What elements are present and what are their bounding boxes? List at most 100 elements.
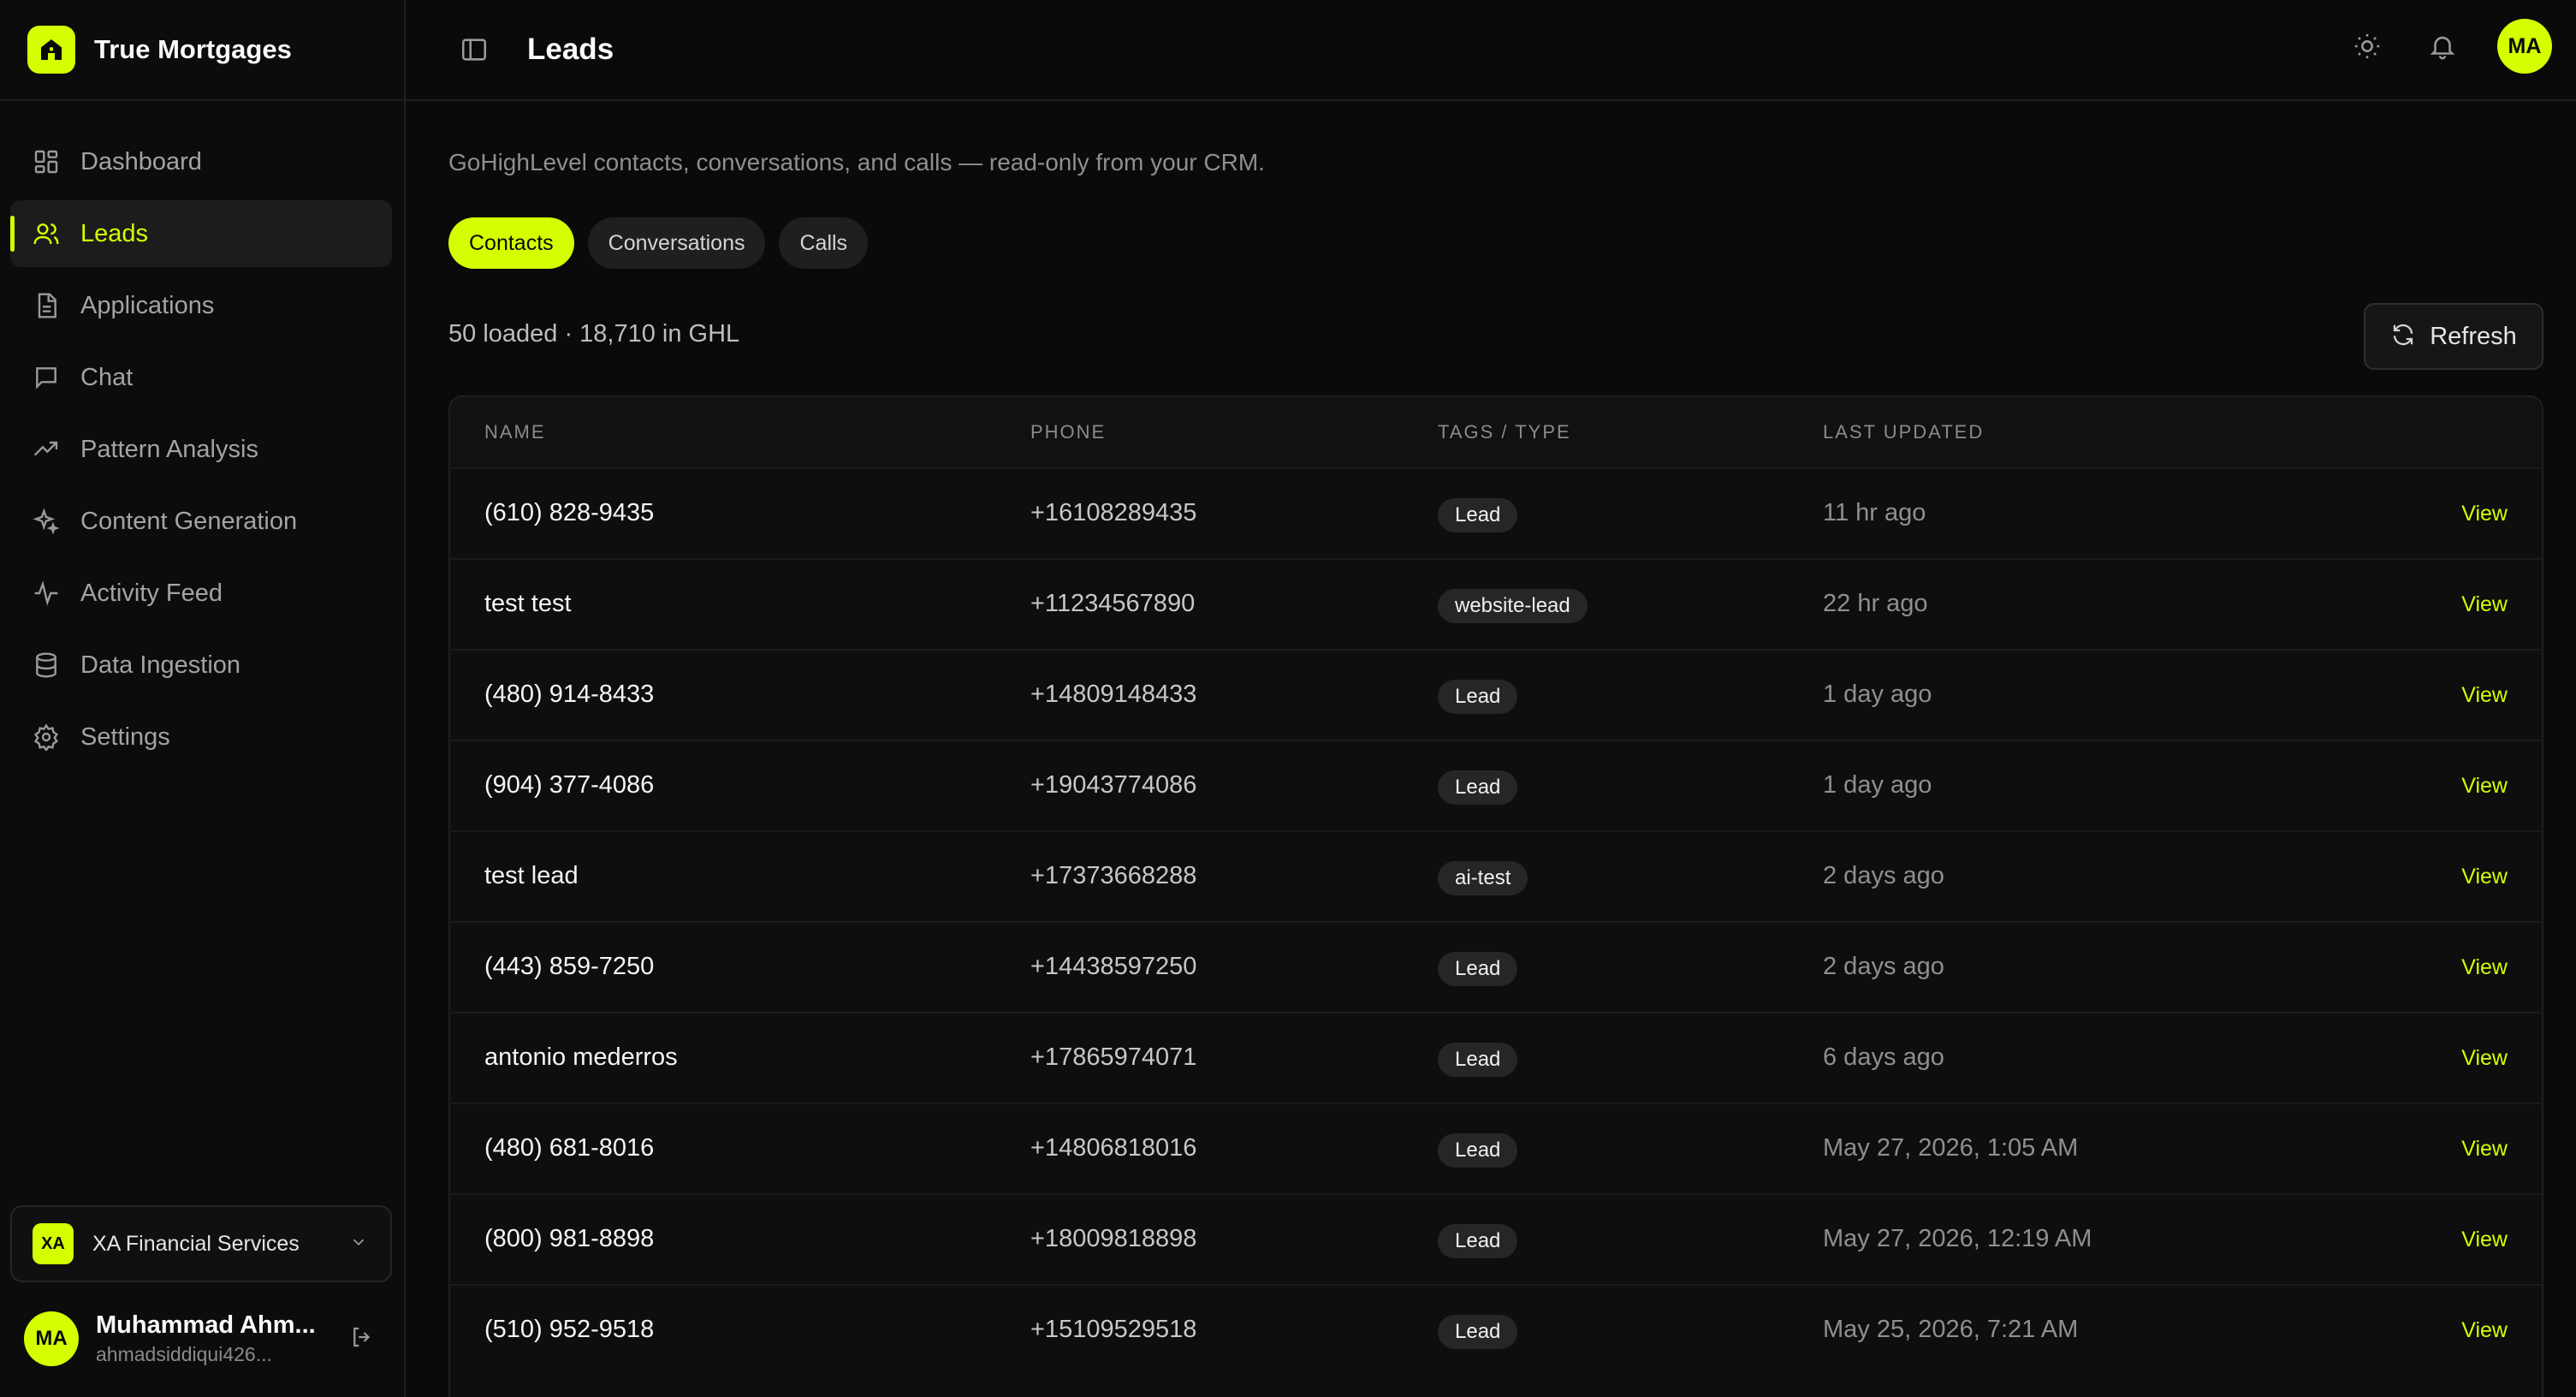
- tag-badge: ai-test: [1438, 861, 1528, 895]
- table-row[interactable]: (510) 952-9518 +15109529518 Lead May 25,…: [450, 1284, 2542, 1375]
- contact-phone: +16108289435: [1030, 499, 1197, 526]
- column-header-tags[interactable]: TAGS / TYPE: [1438, 421, 1571, 443]
- contact-phone: +17373668288: [1030, 862, 1197, 889]
- bell-icon[interactable]: [2422, 26, 2463, 67]
- last-updated: May 25, 2026, 7:21 AM: [1823, 1316, 2079, 1343]
- logout-icon[interactable]: [349, 1324, 375, 1354]
- last-updated: 22 hr ago: [1823, 590, 1928, 617]
- contact-phone: +18009818898: [1030, 1225, 1197, 1252]
- view-link[interactable]: View: [2461, 1228, 2508, 1252]
- org-switcher[interactable]: XA XA Financial Services: [10, 1205, 392, 1282]
- sidebar: True Mortgages Dashboard Leads Applicati…: [0, 0, 406, 1397]
- trending-up-icon: [31, 434, 62, 465]
- tag-badge: Lead: [1438, 1043, 1518, 1077]
- database-icon: [31, 650, 62, 681]
- table-row[interactable]: (904) 377-4086 +19043774086 Lead 1 day a…: [450, 740, 2542, 830]
- user-profile: MA Muhammad Ahm... ahmadsiddiqui426...: [24, 1310, 383, 1368]
- contact-name: test lead: [484, 862, 579, 889]
- tab-calls[interactable]: Calls: [779, 217, 869, 269]
- sidebar-nav: Dashboard Leads Applications Chat Patter…: [10, 128, 392, 776]
- contact-name: (480) 914-8433: [484, 681, 655, 708]
- table-row[interactable]: antonio mederros +17865974071 Lead 6 day…: [450, 1012, 2542, 1103]
- table-row[interactable]: (610) 828-9435 +16108289435 Lead 11 hr a…: [450, 467, 2542, 558]
- tag-badge: website-lead: [1438, 589, 1588, 623]
- sidebar-toggle-icon[interactable]: [457, 33, 491, 67]
- house-icon: [27, 26, 75, 74]
- loaded-count: 50 loaded · 18,710 in GHL: [448, 320, 740, 348]
- last-updated: May 27, 2026, 12:19 AM: [1823, 1225, 2092, 1252]
- user-email: ahmadsiddiqui426...: [96, 1343, 272, 1365]
- gear-icon: [31, 722, 62, 752]
- view-link[interactable]: View: [2461, 1046, 2508, 1071]
- tag-badge: Lead: [1438, 770, 1518, 805]
- contact-phone: +17865974071: [1030, 1043, 1197, 1071]
- sidebar-item-label: Content Generation: [80, 507, 298, 535]
- view-link[interactable]: View: [2461, 955, 2508, 980]
- sidebar-item-chat[interactable]: Chat: [10, 344, 392, 411]
- tag-label: ai-test: [1438, 861, 1528, 895]
- table-row[interactable]: test lead +17373668288 ai-test 2 days ag…: [450, 830, 2542, 921]
- table-row[interactable]: test test +11234567890 website-lead 22 h…: [450, 558, 2542, 649]
- column-header-phone[interactable]: PHONE: [1030, 421, 1106, 443]
- table-row[interactable]: (480) 681-8016 +14806818016 Lead May 27,…: [450, 1103, 2542, 1193]
- last-updated: 1 day ago: [1823, 681, 1932, 708]
- column-header-name[interactable]: NAME: [484, 421, 546, 443]
- tag-badge: Lead: [1438, 952, 1518, 986]
- sidebar-item-label: Activity Feed: [80, 579, 223, 607]
- contact-phone: +11234567890: [1030, 590, 1196, 617]
- contact-name: (510) 952-9518: [484, 1316, 655, 1343]
- view-link[interactable]: View: [2461, 774, 2508, 799]
- column-header-last-updated[interactable]: LAST UPDATED: [1823, 421, 1984, 443]
- refresh-icon: [2390, 322, 2416, 352]
- avatar[interactable]: MA: [24, 1311, 79, 1366]
- view-link[interactable]: View: [2461, 1318, 2508, 1343]
- tag-label: Lead: [1438, 1043, 1518, 1077]
- sidebar-item-dashboard[interactable]: Dashboard: [10, 128, 392, 195]
- tag-label: Lead: [1438, 1315, 1518, 1349]
- theme-sun-icon[interactable]: [2347, 26, 2388, 67]
- sidebar-item-activity-feed[interactable]: Activity Feed: [10, 560, 392, 627]
- brand-name: True Mortgages: [94, 34, 292, 64]
- sidebar-item-data-ingestion[interactable]: Data Ingestion: [10, 632, 392, 698]
- sidebar-item-leads[interactable]: Leads: [10, 200, 392, 267]
- sparkles-icon: [31, 506, 62, 537]
- tab-contacts[interactable]: Contacts: [448, 217, 574, 269]
- sidebar-item-label: Applications: [80, 291, 215, 319]
- sidebar-item-pattern-analysis[interactable]: Pattern Analysis: [10, 416, 392, 483]
- view-link[interactable]: View: [2461, 865, 2508, 889]
- tag-label: website-lead: [1438, 589, 1588, 623]
- sidebar-item-settings[interactable]: Settings: [10, 704, 392, 770]
- table-header: NAME PHONE TAGS / TYPE LAST UPDATED: [450, 397, 2542, 467]
- org-badge: XA: [33, 1223, 74, 1264]
- app-root: True Mortgages Dashboard Leads Applicati…: [0, 0, 2576, 1397]
- tabs: Contacts Conversations Calls: [448, 217, 881, 269]
- contact-phone: +14806818016: [1030, 1134, 1197, 1162]
- tag-badge: Lead: [1438, 498, 1518, 532]
- table-row[interactable]: (443) 859-7250 +14438597250 Lead 2 days …: [450, 921, 2542, 1012]
- sidebar-item-content-generation[interactable]: Content Generation: [10, 488, 392, 555]
- chat-bubble-icon: [31, 362, 62, 393]
- contact-name: (610) 828-9435: [484, 499, 655, 526]
- sidebar-item-label: Dashboard: [80, 147, 202, 175]
- contact-name: (480) 681-8016: [484, 1134, 655, 1162]
- refresh-button[interactable]: Refresh: [2364, 303, 2543, 370]
- view-link[interactable]: View: [2461, 1137, 2508, 1162]
- view-link[interactable]: View: [2461, 683, 2508, 708]
- view-link[interactable]: View: [2461, 592, 2508, 617]
- table-row[interactable]: (800) 981-8898 +18009818898 Lead May 27,…: [450, 1193, 2542, 1284]
- sidebar-item-label: Data Ingestion: [80, 651, 241, 679]
- brand[interactable]: True Mortgages: [0, 0, 404, 101]
- tab-conversations[interactable]: Conversations: [587, 217, 766, 269]
- page-subtitle: GoHighLevel contacts, conversations, and…: [448, 149, 1265, 175]
- avatar[interactable]: MA: [2497, 19, 2552, 74]
- top-actions: MA: [2347, 19, 2552, 74]
- view-link[interactable]: View: [2461, 502, 2508, 526]
- org-name: XA Financial Services: [92, 1231, 300, 1256]
- page-title: Leads: [527, 33, 614, 66]
- tag-label: Lead: [1438, 952, 1518, 986]
- last-updated: 11 hr ago: [1823, 499, 1926, 526]
- tag-label: Lead: [1438, 1224, 1518, 1258]
- user-name: Muhammad Ahm...: [96, 1311, 316, 1339]
- table-row[interactable]: (480) 914-8433 +14809148433 Lead 1 day a…: [450, 649, 2542, 740]
- sidebar-item-applications[interactable]: Applications: [10, 272, 392, 339]
